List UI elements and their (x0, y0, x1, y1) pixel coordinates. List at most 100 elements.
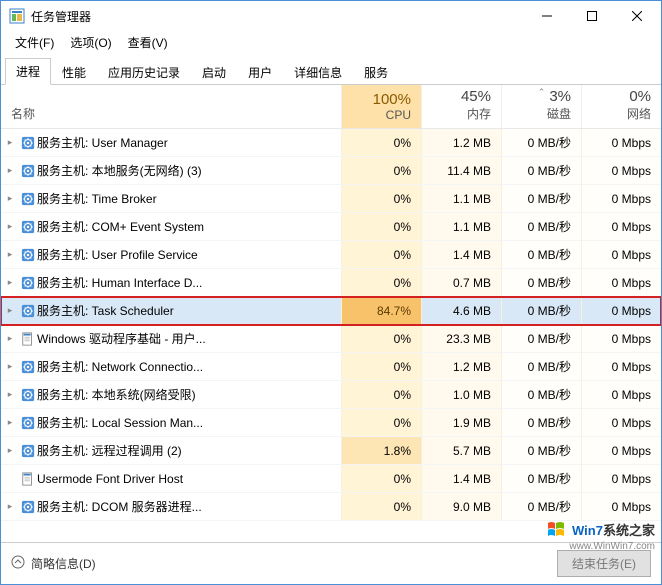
header-pct: 0% (582, 88, 651, 105)
header-pct: 45% (422, 88, 491, 105)
tab-2[interactable]: 应用历史记录 (97, 59, 191, 85)
cpu-cell: 0% (341, 213, 421, 240)
disk-cell: 0 MB/秒 (501, 213, 581, 240)
process-row[interactable]: ▸服务主机: User Manager0%1.2 MB0 MB/秒0 Mbps (1, 129, 661, 157)
cpu-cell: 0% (341, 241, 421, 268)
expand-toggle[interactable]: ▸ (1, 241, 19, 268)
process-name: 服务主机: 远程过程调用 (2) (37, 437, 341, 464)
process-list: ▸服务主机: User Manager0%1.2 MB0 MB/秒0 Mbps▸… (1, 129, 661, 521)
network-cell: 0 Mbps (581, 157, 661, 184)
tab-6[interactable]: 服务 (353, 59, 399, 85)
app-icon (9, 8, 25, 24)
network-cell: 0 Mbps (581, 381, 661, 408)
memory-cell: 1.0 MB (421, 381, 501, 408)
disk-cell: 0 MB/秒 (501, 269, 581, 296)
process-row[interactable]: ▸服务主机: Network Connectio...0%1.2 MB0 MB/… (1, 353, 661, 381)
memory-cell: 0.7 MB (421, 269, 501, 296)
disk-cell: 0 MB/秒 (501, 465, 581, 492)
tab-1[interactable]: 性能 (51, 59, 97, 85)
network-cell: 0 Mbps (581, 213, 661, 240)
process-row[interactable]: ▸服务主机: 远程过程调用 (2)1.8%5.7 MB0 MB/秒0 Mbps (1, 437, 661, 465)
expand-toggle[interactable]: ▸ (1, 437, 19, 464)
end-task-button[interactable]: 结束任务(E) (557, 550, 651, 577)
disk-cell: 0 MB/秒 (501, 409, 581, 436)
tab-5[interactable]: 详细信息 (283, 59, 353, 85)
menu-options[interactable]: 选项(O) (62, 32, 119, 53)
close-button[interactable] (614, 1, 659, 31)
process-row[interactable]: ▸Windows 驱动程序基础 - 用户...0%23.3 MB0 MB/秒0 … (1, 325, 661, 353)
disk-cell: 0 MB/秒 (501, 437, 581, 464)
disk-cell: 0 MB/秒 (501, 185, 581, 212)
process-name: 服务主机: Human Interface D... (37, 269, 341, 296)
header-col-CPU[interactable]: 100%CPU (341, 85, 421, 128)
cpu-cell: 84.7% (341, 297, 421, 324)
minimize-button[interactable] (524, 1, 569, 31)
process-row[interactable]: ▸服务主机: DCOM 服务器进程...0%9.0 MB0 MB/秒0 Mbps (1, 493, 661, 521)
cpu-cell: 0% (341, 185, 421, 212)
process-row[interactable]: ▸服务主机: COM+ Event System0%1.1 MB0 MB/秒0 … (1, 213, 661, 241)
disk-cell: 0 MB/秒 (501, 157, 581, 184)
window-title: 任务管理器 (31, 8, 524, 25)
menu-file[interactable]: 文件(F) (7, 32, 62, 53)
process-name: 服务主机: Local Session Man... (37, 409, 341, 436)
cpu-cell: 0% (341, 353, 421, 380)
maximize-button[interactable] (569, 1, 614, 31)
expand-toggle[interactable]: ▸ (1, 185, 19, 212)
memory-cell: 11.4 MB (421, 157, 501, 184)
header-col-网络[interactable]: 0%网络 (581, 85, 661, 128)
network-cell: 0 Mbps (581, 465, 661, 492)
expand-toggle[interactable]: ▸ (1, 269, 19, 296)
windows-logo-icon (546, 518, 568, 540)
expand-toggle[interactable]: ▸ (1, 381, 19, 408)
network-cell: 0 Mbps (581, 493, 661, 520)
process-row[interactable]: ▸服务主机: Human Interface D...0%0.7 MB0 MB/… (1, 269, 661, 297)
expand-toggle[interactable]: ▸ (1, 297, 19, 324)
footer: 简略信息(D) 结束任务(E) (1, 542, 661, 584)
disk-cell: 0 MB/秒 (501, 297, 581, 324)
process-row[interactable]: ▸服务主机: Local Session Man...0%1.9 MB0 MB/… (1, 409, 661, 437)
memory-cell: 1.1 MB (421, 185, 501, 212)
expand-toggle[interactable]: ▸ (1, 409, 19, 436)
process-name: 服务主机: User Manager (37, 129, 341, 156)
tab-3[interactable]: 启动 (191, 59, 237, 85)
process-row[interactable]: ▸服务主机: User Profile Service0%1.4 MB0 MB/… (1, 241, 661, 269)
gear-icon (19, 157, 37, 184)
header-col-磁盘[interactable]: ⌃3%磁盘 (501, 85, 581, 128)
gear-icon (19, 297, 37, 324)
gear-icon (19, 241, 37, 268)
expand-toggle[interactable]: ▸ (1, 213, 19, 240)
memory-cell: 4.6 MB (421, 297, 501, 324)
disk-cell: 0 MB/秒 (501, 381, 581, 408)
process-row[interactable]: ▸服务主机: 本地服务(无网络) (3)0%11.4 MB0 MB/秒0 Mbp… (1, 157, 661, 185)
process-name: 服务主机: DCOM 服务器进程... (37, 493, 341, 520)
process-row[interactable]: ▸服务主机: Time Broker0%1.1 MB0 MB/秒0 Mbps (1, 185, 661, 213)
network-cell: 0 Mbps (581, 241, 661, 268)
disk-cell: 0 MB/秒 (501, 493, 581, 520)
header-name[interactable]: 名称 (1, 85, 341, 128)
gear-icon (19, 381, 37, 408)
memory-cell: 9.0 MB (421, 493, 501, 520)
gear-icon (19, 129, 37, 156)
gear-icon (19, 409, 37, 436)
gear-icon (19, 213, 37, 240)
collapse-icon (11, 555, 25, 572)
expand-toggle[interactable]: ▸ (1, 157, 19, 184)
memory-cell: 5.7 MB (421, 437, 501, 464)
header-col-内存[interactable]: 45%内存 (421, 85, 501, 128)
process-row[interactable]: ▸服务主机: 本地系统(网络受限)0%1.0 MB0 MB/秒0 Mbps (1, 381, 661, 409)
network-cell: 0 Mbps (581, 325, 661, 352)
menu-view[interactable]: 查看(V) (120, 32, 176, 53)
fewer-details-button[interactable]: 简略信息(D) (11, 555, 96, 572)
tab-0[interactable]: 进程 (5, 58, 51, 85)
process-row[interactable]: ▸服务主机: Task Scheduler84.7%4.6 MB0 MB/秒0 … (1, 297, 661, 325)
expand-toggle[interactable]: ▸ (1, 129, 19, 156)
process-name: Windows 驱动程序基础 - 用户... (37, 325, 341, 352)
expand-toggle[interactable]: ▸ (1, 353, 19, 380)
process-row[interactable]: Usermode Font Driver Host0%1.4 MB0 MB/秒0… (1, 465, 661, 493)
process-name: 服务主机: COM+ Event System (37, 213, 341, 240)
tab-4[interactable]: 用户 (237, 59, 283, 85)
gear-icon (19, 437, 37, 464)
expand-toggle[interactable]: ▸ (1, 325, 19, 352)
cpu-cell: 0% (341, 465, 421, 492)
expand-toggle[interactable]: ▸ (1, 493, 19, 520)
